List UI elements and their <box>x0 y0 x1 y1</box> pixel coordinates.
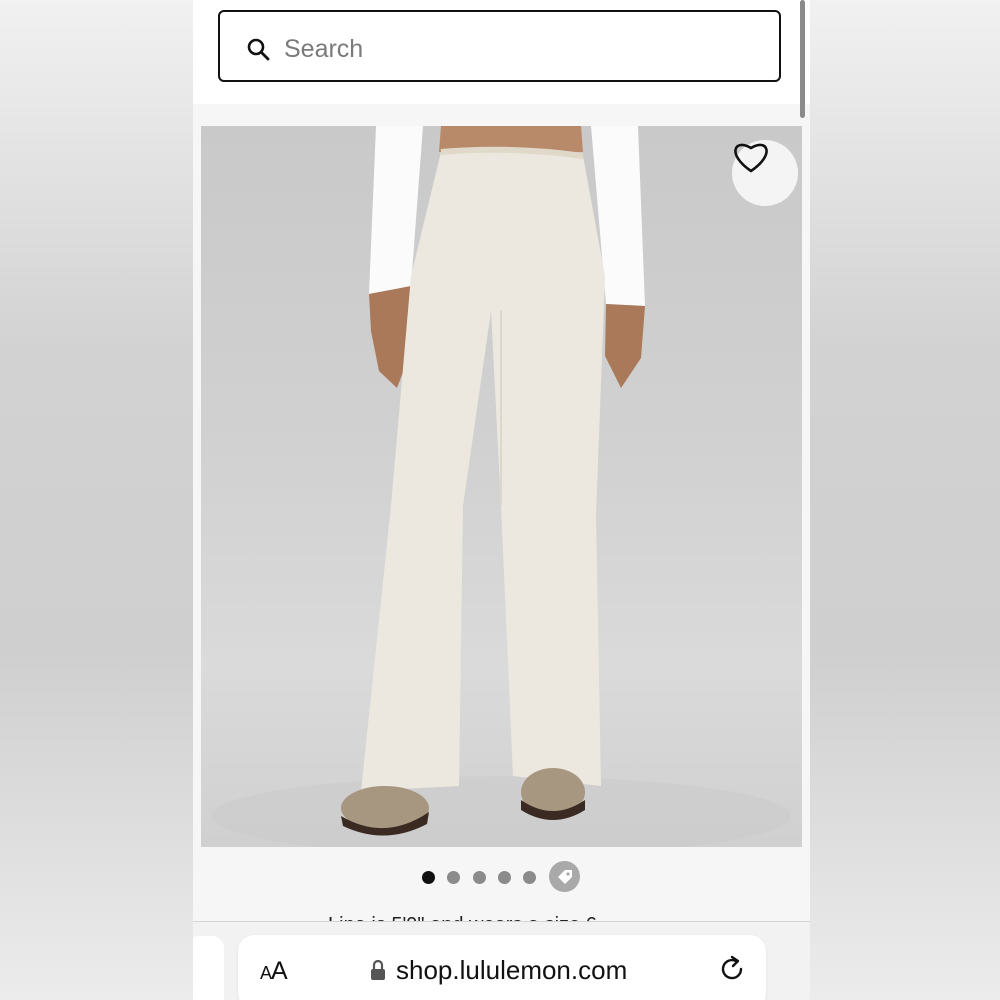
carousel-dot-2[interactable] <box>447 871 460 884</box>
lock-icon <box>371 959 385 980</box>
product-image[interactable] <box>201 126 802 847</box>
tag-icon <box>557 869 572 884</box>
search-header: Search <box>193 0 810 104</box>
search-placeholder: Search <box>284 35 364 63</box>
browser-toolbar: AA shop.lululemon.com <box>193 922 810 1000</box>
carousel-dot-1[interactable] <box>422 871 435 884</box>
image-carousel-indicators <box>193 860 810 894</box>
heart-icon <box>734 143 768 173</box>
favorite-button[interactable] <box>732 140 798 206</box>
reload-icon[interactable] <box>717 954 747 984</box>
address-bar[interactable]: AA shop.lululemon.com <box>238 935 766 1000</box>
carousel-dot-4[interactable] <box>498 871 511 884</box>
search-icon <box>247 38 270 61</box>
carousel-tag-button[interactable] <box>549 861 580 892</box>
carousel-dot-5[interactable] <box>523 871 536 884</box>
previous-tab-peek[interactable] <box>193 936 224 1000</box>
background-blur-right <box>810 0 1000 1000</box>
carousel-dot-3[interactable] <box>473 871 486 884</box>
phone-screen: Search AA shop.lululemon.com <box>193 0 810 1000</box>
product-photo-illustration <box>211 126 791 847</box>
background-blur-left <box>0 0 193 1000</box>
scrollbar[interactable] <box>800 0 805 118</box>
url-text: shop.lululemon.com <box>396 955 628 985</box>
search-input[interactable]: Search <box>218 10 781 82</box>
text-size-button[interactable]: AA <box>260 957 288 986</box>
